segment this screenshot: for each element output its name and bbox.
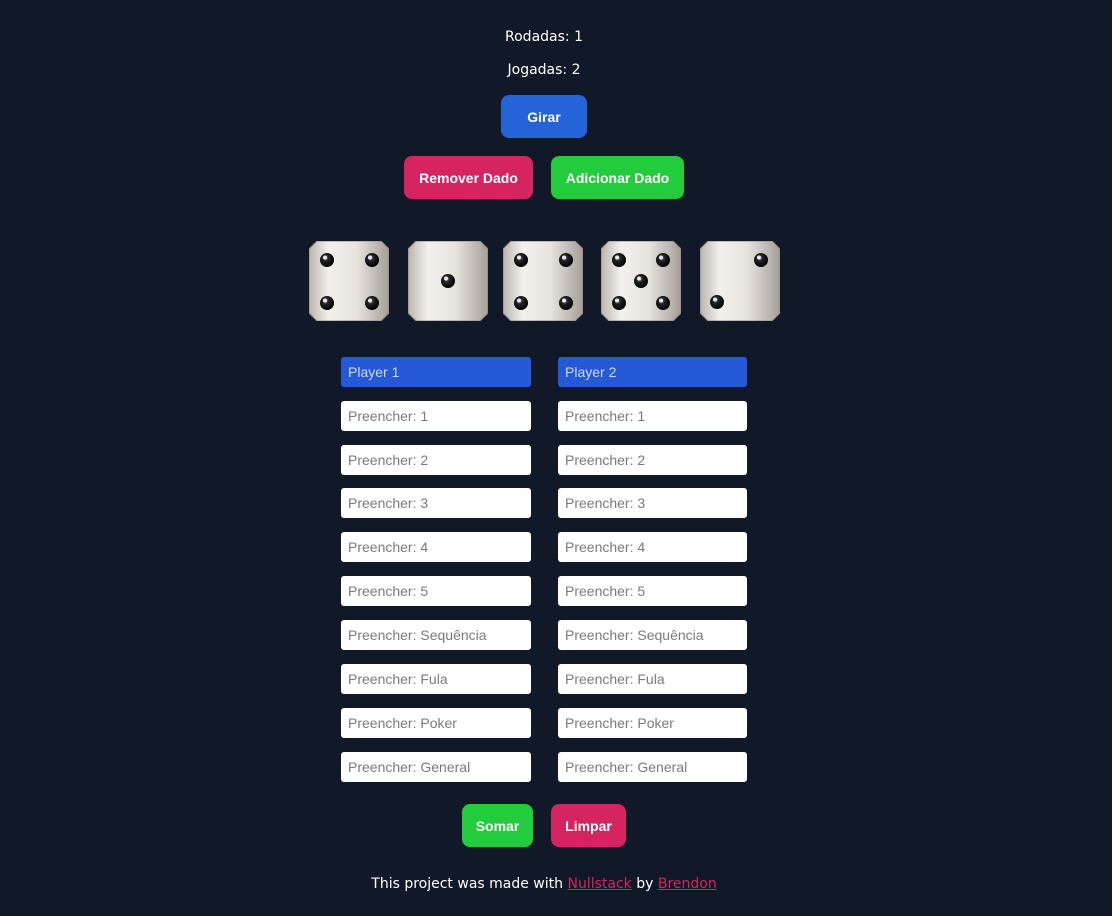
player-2-field-sequencia[interactable]: [558, 620, 747, 650]
die-pip-highlight: [323, 298, 327, 303]
player-1-name-input[interactable]: [341, 357, 531, 387]
die-pip: [365, 253, 379, 267]
footer-prefix: This project was made with: [371, 876, 568, 892]
die-pip-highlight: [444, 276, 448, 281]
die-pip: [559, 253, 573, 267]
die-pip-highlight: [368, 255, 372, 260]
die-pip: [514, 253, 528, 267]
die-pip-highlight: [615, 298, 619, 303]
player-2-field-general[interactable]: [558, 752, 747, 782]
die-pip-highlight: [323, 255, 327, 260]
player-1-field-4[interactable]: [341, 532, 531, 562]
die-pip: [612, 296, 626, 310]
die-pip: [365, 296, 379, 310]
die-pip-highlight: [562, 255, 566, 260]
die-pip-highlight: [713, 297, 717, 302]
adicionar-dado-button[interactable]: Adicionar Dado: [551, 156, 684, 199]
die-pip-highlight: [517, 298, 521, 303]
player-2-field-fula[interactable]: [558, 664, 747, 694]
die-5[interactable]: [700, 241, 780, 321]
remover-dado-button[interactable]: Remover Dado: [404, 156, 533, 199]
die-pip: [320, 296, 334, 310]
die-pip-highlight: [615, 255, 619, 260]
die-pip: [514, 296, 528, 310]
die-1[interactable]: [309, 241, 389, 321]
die-pip: [634, 274, 648, 288]
die-pip-highlight: [637, 276, 641, 281]
die-4[interactable]: [601, 241, 681, 321]
die-pip-highlight: [659, 298, 663, 303]
die-pip: [656, 296, 670, 310]
player-1-field-5[interactable]: [341, 576, 531, 606]
player-2-field-1[interactable]: [558, 401, 747, 431]
die-pip: [710, 295, 724, 309]
player-1-field-general[interactable]: [341, 752, 531, 782]
player-2-field-5[interactable]: [558, 576, 747, 606]
die-pip-highlight: [562, 298, 566, 303]
die-pip: [612, 253, 626, 267]
die-3[interactable]: [503, 241, 583, 321]
player-1-field-2[interactable]: [341, 445, 531, 475]
nullstack-link[interactable]: Nullstack: [567, 876, 631, 892]
somar-button[interactable]: Somar: [462, 804, 533, 847]
player-2-field-poker[interactable]: [558, 708, 747, 738]
die-pip: [441, 274, 455, 288]
player-2-field-3[interactable]: [558, 488, 747, 518]
footer: This project was made with Nullstack by …: [0, 876, 1088, 892]
die-pip: [559, 296, 573, 310]
die-pip-highlight: [517, 255, 521, 260]
player-1-field-sequencia[interactable]: [341, 620, 531, 650]
girar-button[interactable]: Girar: [501, 95, 587, 138]
footer-middle: by: [631, 876, 658, 892]
limpar-button[interactable]: Limpar: [551, 804, 626, 847]
player-2-field-2[interactable]: [558, 445, 747, 475]
player-1-field-3[interactable]: [341, 488, 531, 518]
player-1-field-fula[interactable]: [341, 664, 531, 694]
player-1-field-poker[interactable]: [341, 708, 531, 738]
die-pip-highlight: [368, 298, 372, 303]
die-pip-highlight: [757, 255, 761, 260]
die-pip-highlight: [659, 255, 663, 260]
jogadas-counter: Jogadas: 2: [507, 62, 581, 78]
die-pip: [754, 253, 768, 267]
die-2[interactable]: [408, 241, 488, 321]
app-root: Rodadas: 1 Jogadas: 2 Girar Remover Dado…: [0, 0, 1112, 916]
rodadas-counter: Rodadas: 1: [505, 29, 583, 45]
player-2-name-input[interactable]: [558, 357, 747, 387]
die-pip: [656, 253, 670, 267]
player-2-field-4[interactable]: [558, 532, 747, 562]
brendon-link[interactable]: Brendon: [658, 876, 717, 892]
die-pip: [320, 253, 334, 267]
player-1-field-1[interactable]: [341, 401, 531, 431]
